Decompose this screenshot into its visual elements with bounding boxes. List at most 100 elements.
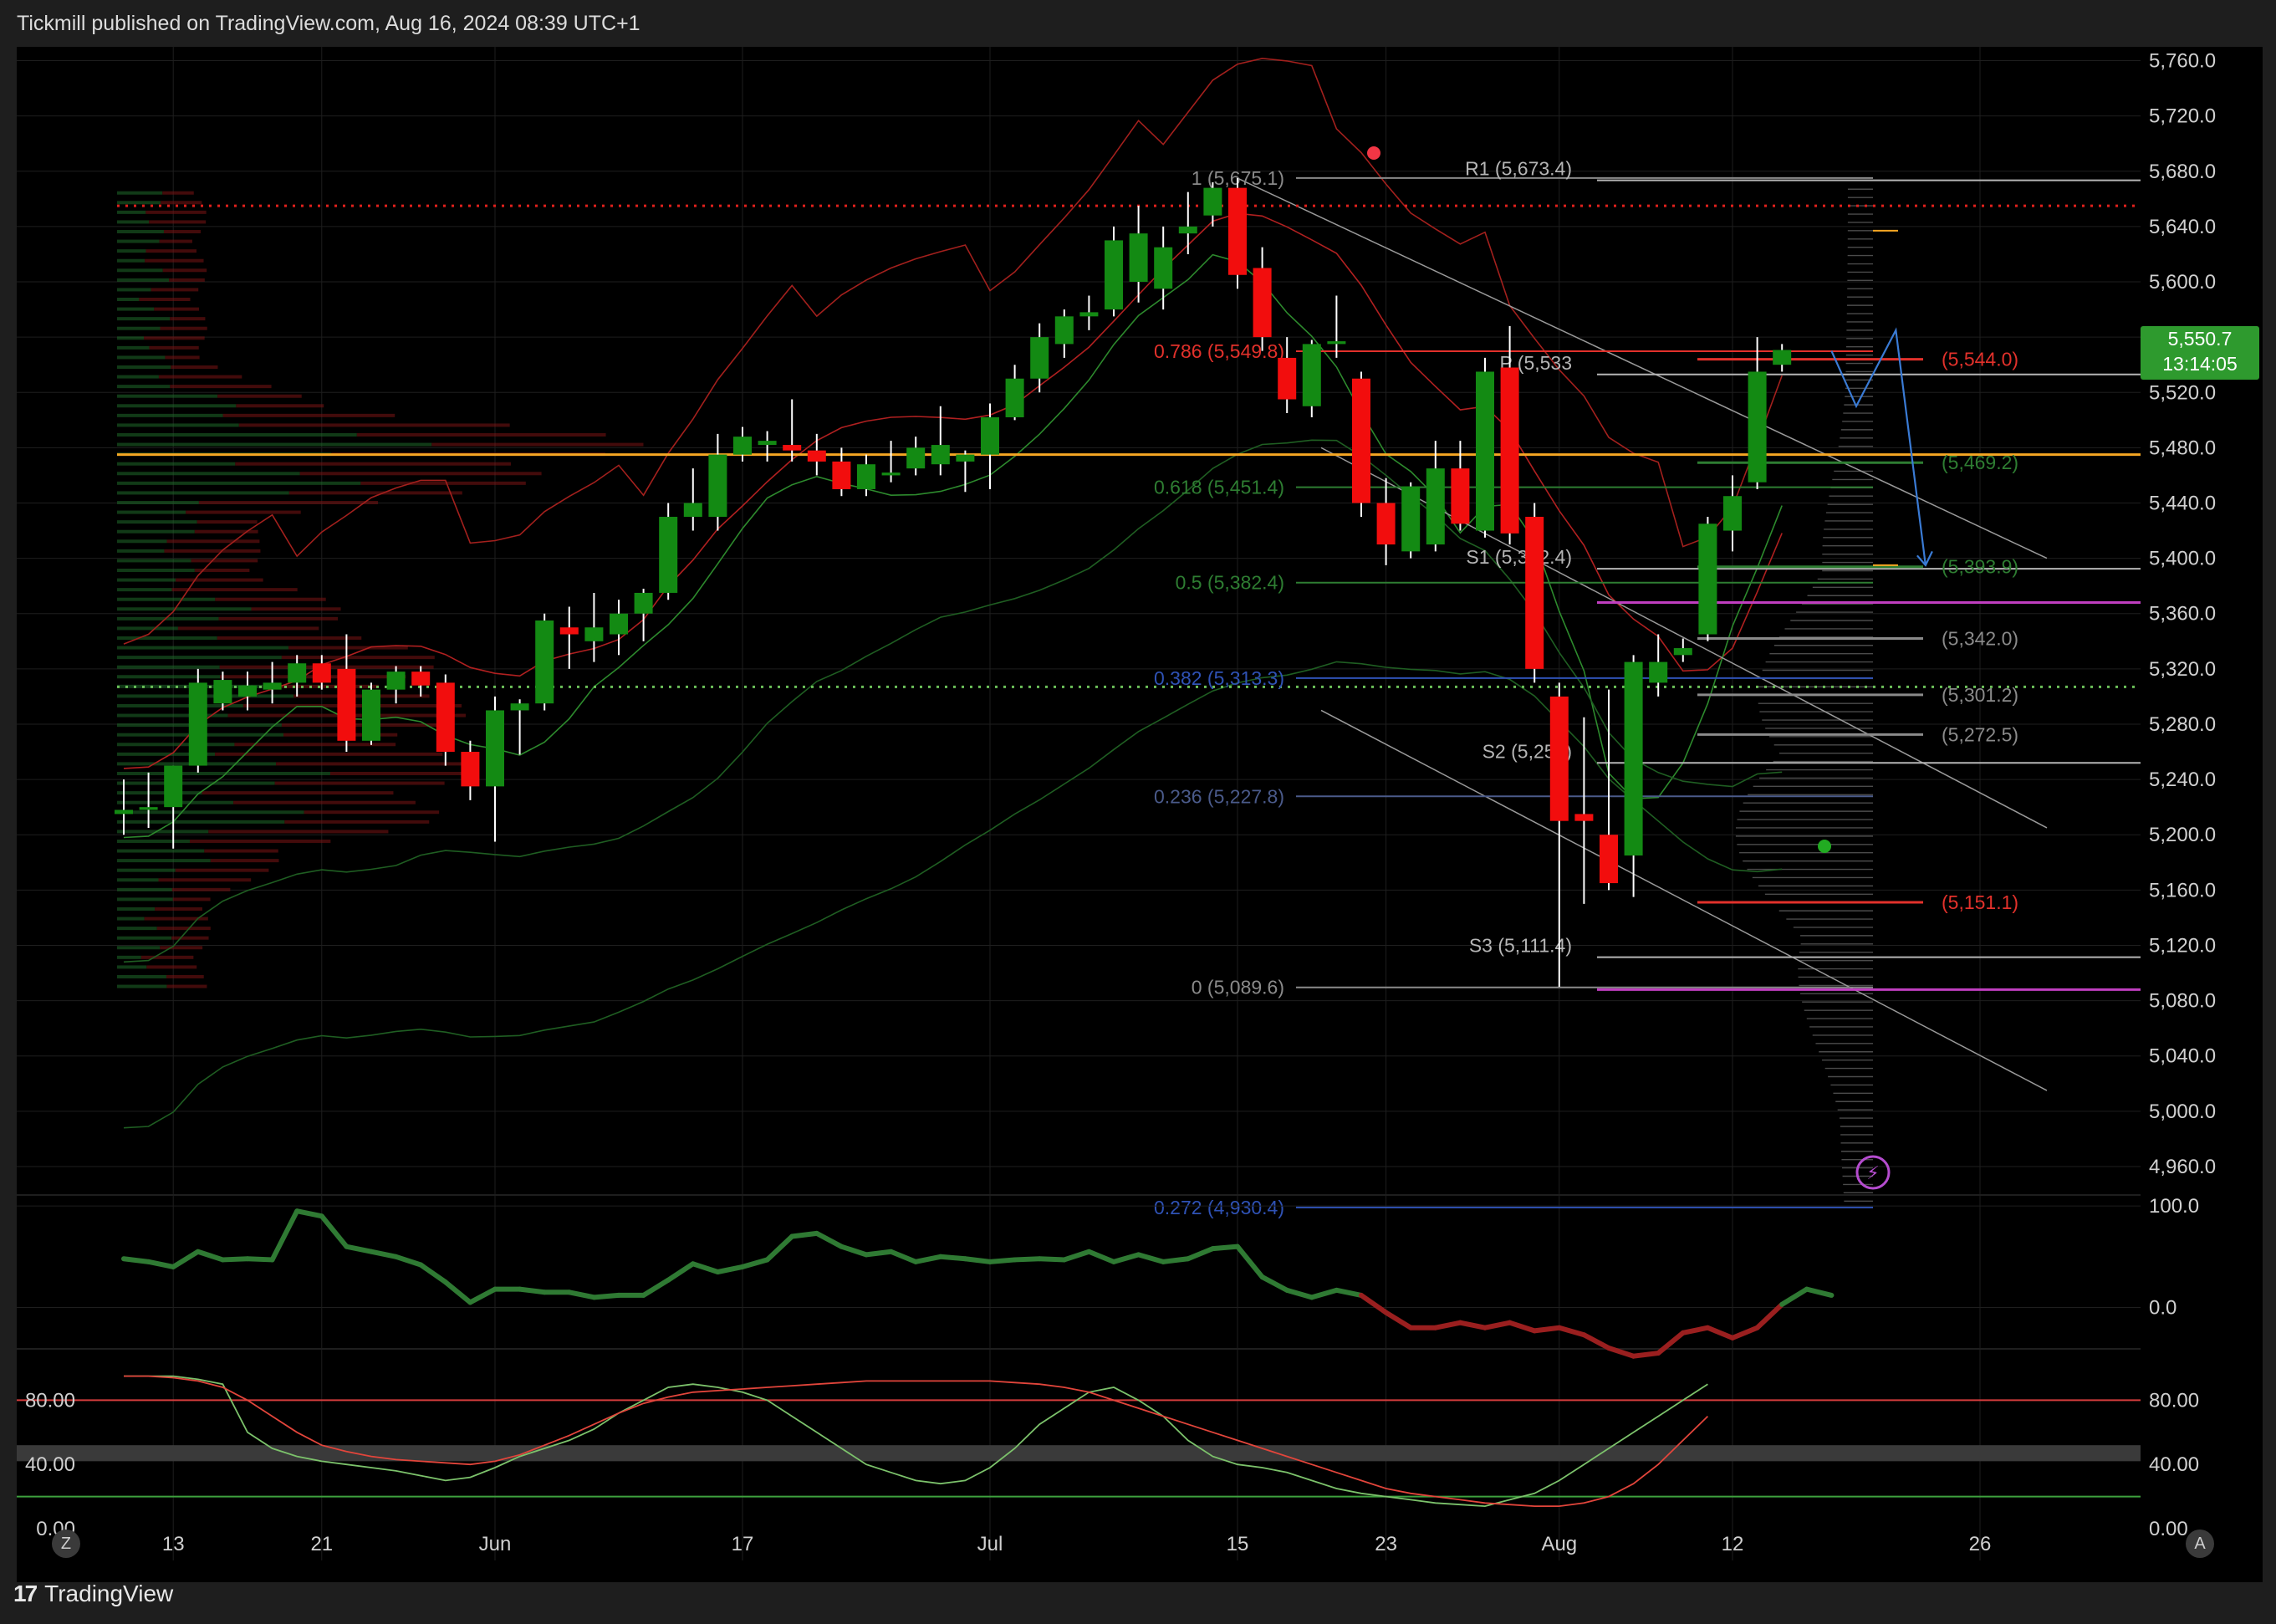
- candle-down: [1253, 268, 1272, 338]
- candle-down: [1228, 187, 1247, 275]
- candle-up: [881, 472, 901, 476]
- volume-bar-down: [139, 298, 191, 302]
- volume-bar-down: [140, 955, 194, 959]
- volume-bar-up: [117, 859, 211, 863]
- candle-up: [708, 454, 727, 518]
- volume-bar-down: [235, 462, 511, 466]
- price-axis-label: 5,160.0: [2149, 879, 2216, 901]
- candle-up: [1327, 341, 1346, 345]
- right-level-label: (5,342.0): [1942, 627, 2018, 649]
- volume-bar-up: [117, 568, 195, 572]
- volume-bar-down: [166, 539, 260, 544]
- volume-bar-down: [360, 481, 526, 485]
- volume-bar-up: [117, 597, 216, 601]
- candle-up: [1154, 247, 1173, 289]
- candle-down: [559, 627, 579, 635]
- volume-bar-down: [251, 607, 341, 611]
- auto-scale-button[interactable]: A: [2186, 1530, 2214, 1558]
- volume-bar-down: [217, 636, 362, 640]
- price-axis-label: 4,960.0: [2149, 1156, 2216, 1178]
- volume-bar-up: [117, 345, 150, 350]
- volume-bar-up: [117, 365, 171, 369]
- candle-down: [783, 445, 802, 451]
- oscillator-panel-1: [17, 1196, 2141, 1348]
- time-axis-label: 23: [1375, 1533, 1397, 1555]
- volume-bar-up: [117, 743, 235, 747]
- volume-bar-down: [145, 210, 207, 214]
- pivot-label: R1 (5,673.4): [1465, 158, 1572, 180]
- volume-bar-down: [210, 859, 279, 863]
- volume-bar-down: [171, 365, 218, 369]
- price-axis-label: 5,080.0: [2149, 990, 2216, 1013]
- candle-up: [139, 807, 158, 810]
- volume-bar-up: [117, 239, 160, 243]
- candle-down: [1376, 503, 1396, 545]
- candle-down: [1549, 696, 1569, 821]
- right-level-label: (5,151.1): [1942, 891, 2018, 913]
- volume-bar-down: [284, 820, 430, 824]
- candle-up: [263, 682, 282, 690]
- volume-bar-down: [158, 375, 242, 379]
- volume-bar-down: [170, 317, 206, 321]
- volume-bar-up: [117, 616, 219, 620]
- volume-bar-up: [117, 675, 221, 679]
- volume-bar-down: [329, 771, 473, 775]
- candle-up: [1054, 316, 1074, 345]
- time-axis-label: 17: [732, 1533, 754, 1555]
- volume-bar-up: [117, 201, 161, 205]
- volume-bar-down: [149, 220, 207, 224]
- volume-bar-up: [117, 849, 205, 853]
- volume-bar-down: [171, 887, 231, 891]
- volume-bar-up: [117, 965, 147, 969]
- volume-bar-up: [117, 927, 157, 931]
- volume-bar-up: [117, 781, 275, 785]
- oscillator-axis-label: 100.0: [2149, 1195, 2199, 1218]
- volume-bar-up: [117, 210, 146, 214]
- volume-bar-down: [162, 268, 207, 273]
- green-signal-dot: [1818, 840, 1831, 853]
- volume-bar-up: [117, 529, 195, 534]
- volume-bar-up: [117, 258, 145, 263]
- last-price-tag: 5,550.7 13:14:05: [2141, 326, 2259, 380]
- pivot-label: S1 (5,392.4): [1466, 546, 1572, 568]
- volume-bar-down: [177, 626, 319, 631]
- candle-down: [461, 752, 480, 787]
- price-axis: 5,760.05,720.05,680.05,640.05,600.05,560…: [2149, 50, 2216, 1178]
- price-axis-label: 5,480.0: [2149, 437, 2216, 459]
- candle-down: [1451, 468, 1470, 524]
- price-axis-label: 5,640.0: [2149, 216, 2216, 238]
- volume-bar-down: [160, 946, 203, 950]
- volume-bar-up: [117, 830, 209, 834]
- volume-bar-down: [155, 906, 203, 911]
- candle-up: [164, 765, 183, 808]
- volume-bar-up: [117, 626, 178, 631]
- candle-up: [956, 454, 975, 462]
- volume-bar-down: [186, 510, 301, 514]
- tradingview-logo[interactable]: 17 TradingView: [13, 1581, 173, 1607]
- volume-bar-down: [149, 345, 199, 350]
- volume-bar-down: [171, 936, 209, 940]
- volume-bar-down: [288, 491, 462, 495]
- oscillator-segment: [1630, 1351, 1661, 1359]
- volume-bar-down: [170, 385, 272, 389]
- volume-bar-down: [175, 868, 269, 872]
- candle-up: [733, 437, 752, 455]
- price-axis-label: 5,720.0: [2149, 105, 2216, 128]
- candle-down: [1574, 814, 1594, 821]
- volume-bar-up: [117, 665, 220, 669]
- volume-bar-up: [117, 491, 289, 495]
- volume-bar-down: [204, 849, 278, 853]
- auto-zoom-button[interactable]: Z: [52, 1530, 80, 1558]
- chart-canvas[interactable]: 1 (5,675.1)0.786 (5,549.8)0.618 (5,451.4…: [0, 0, 2276, 1624]
- oscillator-axis-label: 0.0: [2149, 1296, 2176, 1319]
- volume-bar-down: [431, 442, 644, 447]
- price-axis-label: 5,240.0: [2149, 769, 2216, 791]
- candle-up: [610, 613, 628, 635]
- candle-up: [758, 441, 777, 446]
- candle-up: [1401, 486, 1421, 552]
- volume-bar-up: [117, 791, 202, 795]
- volume-bar-up: [117, 336, 145, 340]
- volume-bar-down: [218, 616, 339, 620]
- candle-down: [337, 668, 356, 741]
- pivot-label: S3 (5,111.4): [1469, 935, 1572, 957]
